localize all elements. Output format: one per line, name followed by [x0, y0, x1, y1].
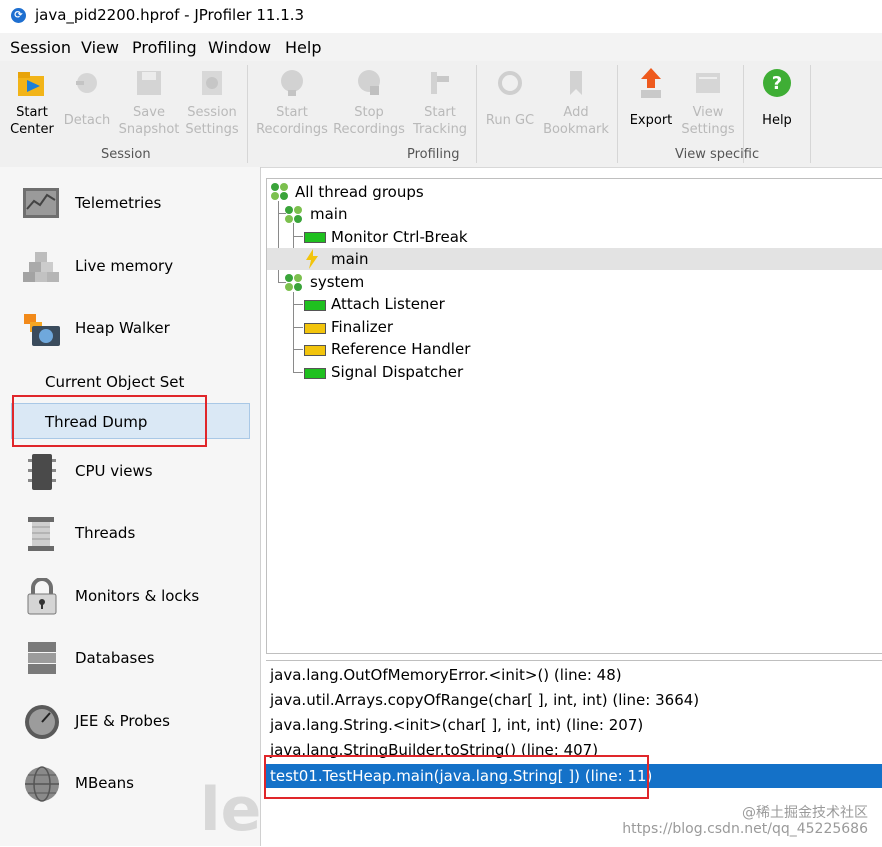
export-icon [641, 68, 661, 98]
gauge-icon [25, 705, 59, 739]
start-center-button[interactable]: Start Center [5, 61, 59, 147]
tree-connector [293, 327, 303, 328]
run-gc-icon [498, 71, 522, 95]
start-recordings-icon [281, 70, 303, 96]
thread-tree: All thread groups main Monitor Ctrl-Brea… [266, 178, 882, 654]
thread-group-icon [271, 183, 288, 200]
window-title: java_pid2200.hprof - JProfiler 11.1.3 [35, 6, 305, 24]
thread-state-runnable-icon [304, 368, 326, 379]
help-button[interactable]: ? Help [752, 61, 802, 147]
sidebar: ler Telemetries Live memory Heap Walker … [0, 167, 261, 846]
tree-thread[interactable]: Finalizer [331, 316, 393, 338]
databases-icon [28, 642, 56, 674]
sidebar-item-mbeans[interactable]: MBeans [0, 759, 260, 809]
tree-thread[interactable]: Reference Handler [331, 338, 470, 360]
detach-icon [76, 73, 97, 93]
tree-connector [293, 236, 303, 237]
menu-session[interactable]: Session [10, 38, 71, 57]
run-gc-button[interactable]: Run GC [482, 61, 538, 147]
sidebar-item-jee-probes[interactable]: JEE & Probes [0, 697, 260, 747]
save-snapshot-icon [137, 71, 161, 95]
menu-window[interactable]: Window [208, 38, 271, 57]
tree-connector [293, 372, 303, 373]
sidebar-subitem-current-object-set[interactable]: Current Object Set [45, 373, 184, 391]
sidebar-item-cpu-views[interactable]: CPU views [0, 447, 260, 497]
stack-trace-panel: java.lang.OutOfMemoryError.<init>() (lin… [266, 660, 882, 847]
group-label-profiling: Profiling [407, 147, 460, 162]
tree-connector [293, 304, 303, 305]
menu-view[interactable]: View [81, 38, 119, 57]
sidebar-item-telemetries[interactable]: Telemetries [0, 179, 260, 229]
stop-recordings-button[interactable]: Stop Recordings [333, 61, 405, 147]
title-bar: ⟳ java_pid2200.hprof - JProfiler 11.1.3 [0, 0, 882, 33]
stack-frame[interactable]: java.lang.OutOfMemoryError.<init>() (lin… [266, 663, 882, 687]
credit-url: https://blog.csdn.net/qq_45225686 [622, 821, 868, 837]
menu-profiling[interactable]: Profiling [132, 38, 197, 57]
thread-state-runnable-icon [304, 232, 326, 243]
start-tracking-icon [431, 72, 449, 94]
export-button[interactable]: Export [626, 61, 676, 147]
svg-text:?: ? [772, 73, 782, 94]
session-settings-button[interactable]: Session Settings [183, 61, 241, 147]
tree-thread[interactable]: Attach Listener [331, 293, 445, 315]
save-snapshot-button[interactable]: Save Snapshot [118, 61, 180, 147]
lightning-icon [306, 249, 318, 269]
heap-walker-icon [24, 314, 60, 346]
view-settings-icon [696, 73, 720, 93]
group-label-session: Session [101, 147, 151, 162]
thread-state-waiting-icon [304, 345, 326, 356]
thread-state-runnable-icon [304, 300, 326, 311]
toolbar-separator [617, 65, 618, 163]
credit-watermark: @稀土掘金技术社区 [742, 805, 868, 821]
highlight-box-thread-dump [12, 395, 207, 447]
thread-group-icon [285, 206, 302, 223]
sidebar-item-threads[interactable]: Threads [0, 509, 260, 559]
toolbar-separator [247, 65, 248, 163]
detach-button[interactable]: Detach [62, 61, 112, 147]
menu-help[interactable]: Help [285, 38, 321, 57]
tree-thread[interactable]: main [331, 248, 368, 270]
start-recordings-button[interactable]: Start Recordings [256, 61, 328, 147]
tree-group-main[interactable]: main [310, 203, 347, 225]
view-settings-button[interactable]: View Settings [680, 61, 736, 147]
stop-recordings-icon [358, 70, 380, 95]
add-bookmark-button[interactable]: Add Bookmark [543, 61, 609, 147]
globe-icon [25, 766, 59, 802]
highlight-box-stack-frame [264, 755, 649, 799]
tree-connector [293, 349, 303, 350]
menu-bar: Session View Profiling Window Help [0, 33, 882, 61]
sidebar-item-live-memory[interactable]: Live memory [0, 242, 260, 292]
session-settings-icon [202, 71, 222, 95]
tree-group-system[interactable]: system [310, 271, 364, 293]
cpu-views-icon [28, 454, 56, 490]
help-icon: ? [763, 69, 791, 97]
thread-group-icon [285, 274, 302, 291]
stack-frame[interactable]: java.util.Arrays.copyOfRange(char[ ], in… [266, 688, 882, 712]
stack-frame[interactable]: java.lang.String.<init>(char[ ], int, in… [266, 713, 882, 737]
sidebar-item-monitors-locks[interactable]: Monitors & locks [0, 572, 260, 622]
threads-icon [28, 517, 54, 551]
toolbar: Start Center Detach Save Snapshot Sessio… [0, 61, 882, 168]
thread-state-waiting-icon [304, 323, 326, 334]
sidebar-item-heap-walker[interactable]: Heap Walker [0, 304, 260, 354]
telemetries-icon [23, 188, 59, 218]
sidebar-item-databases[interactable]: Databases [0, 634, 260, 684]
tree-thread[interactable]: Monitor Ctrl-Break [331, 226, 468, 248]
add-bookmark-icon [570, 71, 582, 95]
toolbar-separator [810, 65, 811, 163]
toolbar-separator [476, 65, 477, 163]
start-center-icon [18, 72, 44, 96]
jprofiler-app-icon: ⟳ [11, 8, 26, 23]
live-memory-icon [23, 252, 59, 282]
start-tracking-button[interactable]: Start Tracking [410, 61, 470, 147]
tree-thread[interactable]: Signal Dispatcher [331, 361, 463, 383]
group-label-view-specific: View specific [675, 147, 760, 162]
tree-root-all-thread-groups[interactable]: All thread groups [295, 181, 424, 203]
lock-icon [27, 578, 57, 615]
